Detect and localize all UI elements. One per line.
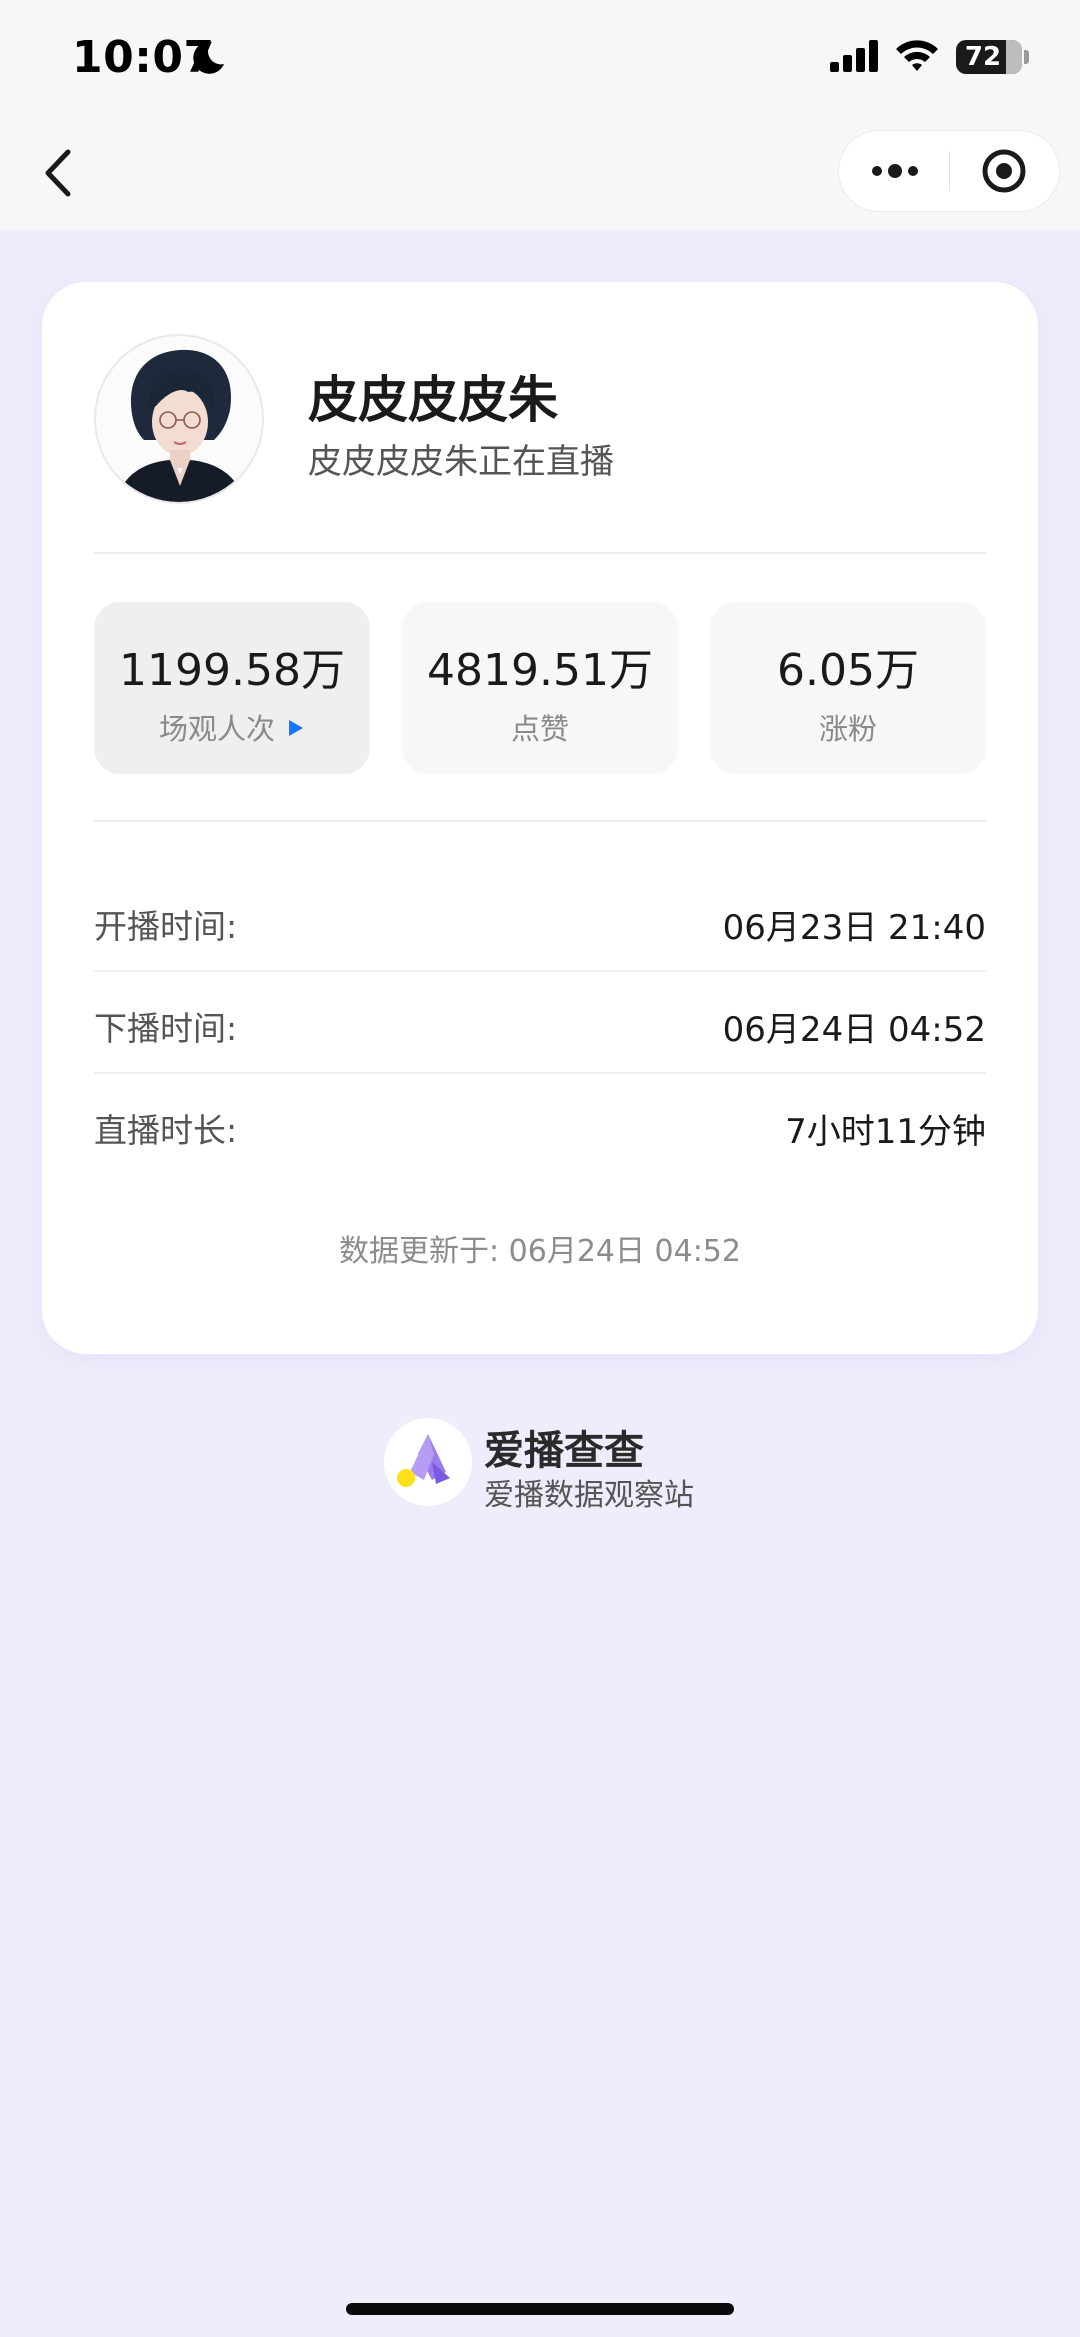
streamer-name: 皮皮皮皮朱 <box>308 371 558 429</box>
wifi-icon <box>896 40 938 71</box>
stat-label: 点赞 <box>510 712 569 746</box>
start-time-label: 开播时间: <box>94 907 238 946</box>
stat-value: 4819.51万 <box>427 645 653 696</box>
avatar-illustration <box>116 349 244 502</box>
duration-row: 直播时长: 7小时11分钟 <box>94 1076 986 1176</box>
back-button[interactable] <box>30 138 90 208</box>
data-update-time: 数据更新于: 06月24日 04:52 <box>339 1234 741 1269</box>
stat-value: 1199.58万 <box>119 645 345 696</box>
mini-program-capsule <box>838 130 1060 212</box>
more-dots-icon[interactable] <box>839 131 949 211</box>
brand-tagline: 爱播数据观察站 <box>484 1478 694 1513</box>
avatar[interactable] <box>94 334 264 504</box>
stat-label: 涨粉 <box>818 712 877 746</box>
target-icon[interactable] <box>950 131 1060 211</box>
stat-viewers[interactable]: 1199.58万 场观人次 <box>94 602 370 774</box>
brand-name: 爱播查查 <box>484 1428 644 1474</box>
moon-icon <box>193 41 224 74</box>
stat-likes: 4819.51万 点赞 <box>402 602 678 774</box>
nav-bar <box>0 116 1080 230</box>
battery-level: 72 <box>964 42 1002 72</box>
stat-label: 场观人次 <box>158 712 275 746</box>
streamer-status: 皮皮皮皮朱正在直播 <box>308 442 614 482</box>
end-time-label: 下播时间: <box>94 1009 238 1048</box>
start-time-value: 06月23日 21:40 <box>722 908 986 948</box>
end-time-value: 06月24日 04:52 <box>722 1010 986 1050</box>
play-triangle-icon <box>289 720 303 736</box>
battery-indicator: 72 <box>956 40 1022 74</box>
home-indicator[interactable] <box>346 2303 734 2315</box>
divider <box>94 820 986 822</box>
live-stats-card: 皮皮皮皮朱 皮皮皮皮朱正在直播 1199.58万 场观人次 4819.51万 点… <box>42 282 1038 1354</box>
battery-cap <box>1024 50 1029 64</box>
duration-value: 7小时11分钟 <box>785 1112 986 1152</box>
aibo-logo-icon <box>397 1434 450 1487</box>
start-time-row: 开播时间: 06月23日 21:40 <box>94 872 986 972</box>
duration-label: 直播时长: <box>94 1111 238 1150</box>
row-divider <box>94 970 986 972</box>
stat-followers: 6.05万 涨粉 <box>710 602 986 774</box>
end-time-row: 下播时间: 06月24日 04:52 <box>94 974 986 1074</box>
row-divider <box>94 1072 986 1074</box>
brand-logo <box>384 1418 472 1506</box>
stat-value: 6.05万 <box>777 645 919 696</box>
cellular-signal-icon <box>830 40 878 72</box>
status-bar: 10:07 72 <box>0 0 1080 116</box>
divider <box>94 552 986 554</box>
